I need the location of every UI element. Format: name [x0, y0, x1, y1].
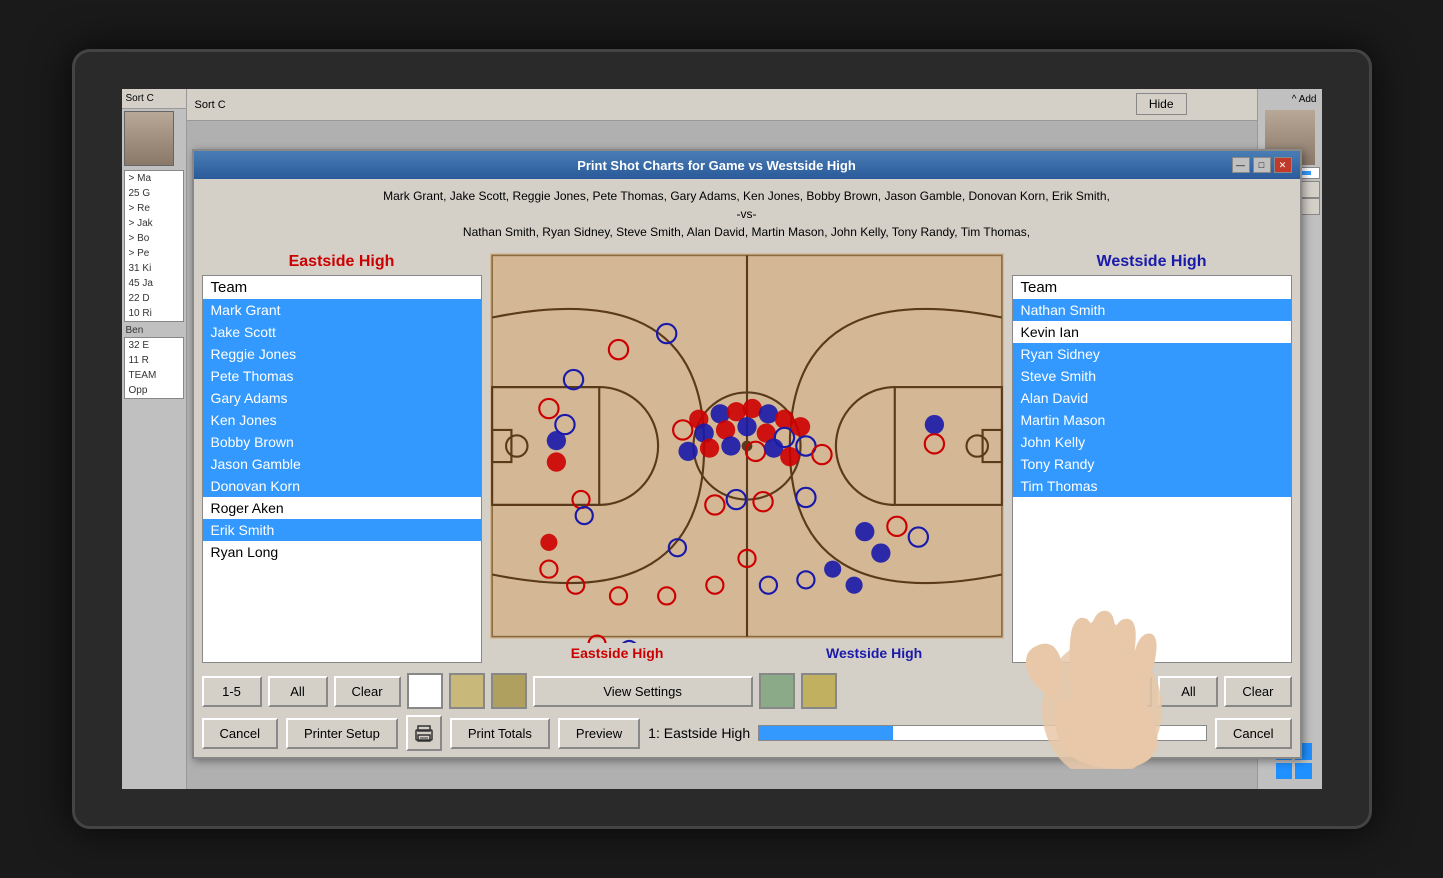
eastside-player-jason-gamble[interactable]: Jason Gamble — [203, 453, 481, 475]
printer-svg — [413, 723, 435, 743]
eastside-team-row[interactable]: Team — [203, 276, 481, 299]
eastside-player-bobby-brown[interactable]: Bobby Brown — [203, 431, 481, 453]
court-eastside-label: Eastside High — [571, 645, 664, 661]
westside-panel: Westside High Team Nathan Smith Kevin Ia… — [1012, 249, 1292, 663]
eastside-player-gary-adams[interactable]: Gary Adams — [203, 387, 481, 409]
westside-title: Westside High — [1012, 249, 1292, 275]
eastside-player-reggie-jones[interactable]: Reggie Jones — [203, 343, 481, 365]
header-area: Mark Grant, Jake Scott, Reggie Jones, Pe… — [194, 179, 1300, 245]
sidebar-list-item: 32 E — [125, 338, 183, 353]
main-body: Eastside High Team Mark Grant Jake Scott… — [194, 245, 1300, 667]
add-label: ^ Add — [1260, 91, 1320, 108]
bench-label: Ben — [124, 324, 184, 337]
sidebar-list-item: TEAM — [125, 368, 183, 383]
eastside-player-roger-aken[interactable]: Roger Aken — [203, 497, 481, 519]
court-container — [490, 249, 1004, 643]
eastside-players-header: Mark Grant, Jake Scott, Reggie Jones, Pe… — [206, 187, 1288, 205]
eastside-player-mark-grant[interactable]: Mark Grant — [203, 299, 481, 321]
right-all-button[interactable]: All — [1158, 676, 1218, 707]
screen: Sort C > Ma 25 G > Re > Jak > Bo > Pe 31… — [122, 89, 1322, 789]
eastside-player-erik-smith[interactable]: Erik Smith — [203, 519, 481, 541]
westside-player-alan-david[interactable]: Alan David — [1013, 387, 1291, 409]
avatar — [124, 111, 174, 166]
progress-bar — [758, 725, 1207, 741]
sidebar-list-item: Opp — [125, 383, 183, 398]
sidebar-list-item: > Ma — [125, 171, 183, 186]
westside-player-nathan-smith[interactable]: Nathan Smith — [1013, 299, 1291, 321]
westside-player-ryan-sidney[interactable]: Ryan Sidney — [1013, 343, 1291, 365]
left-all-button[interactable]: All — [268, 676, 328, 707]
device-frame: Sort C > Ma 25 G > Re > Jak > Bo > Pe 31… — [72, 49, 1372, 829]
titlebar-controls[interactable]: — □ ✕ — [1232, 157, 1292, 173]
close-button[interactable]: ✕ — [1274, 157, 1292, 173]
sidebar-list-item: 11 R — [125, 353, 183, 368]
color-swatch-brown[interactable] — [491, 673, 527, 709]
sort-label: Sort C — [122, 89, 186, 109]
eastside-player-list[interactable]: Team Mark Grant Jake Scott Reggie Jones … — [202, 275, 482, 663]
minimize-button[interactable]: — — [1232, 157, 1250, 173]
eastside-player-ken-jones[interactable]: Ken Jones — [203, 409, 481, 431]
sidebar-list-item: 31 Ki — [125, 261, 183, 276]
court-svg — [490, 249, 1004, 643]
eastside-player-jake-scott[interactable]: Jake Scott — [203, 321, 481, 343]
westside-players-header: Nathan Smith, Ryan Sidney, Steve Smith, … — [206, 223, 1288, 241]
sidebar-list-item: > Bo — [125, 231, 183, 246]
sidebar-list-item: 22 D — [125, 291, 183, 306]
eastside-player-pete-thomas[interactable]: Pete Thomas — [203, 365, 481, 387]
right-clear-button[interactable]: Clear — [1224, 676, 1291, 707]
westside-player-tim-thomas[interactable]: Tim Thomas — [1013, 475, 1291, 497]
printer-setup-button[interactable]: Printer Setup — [286, 718, 398, 749]
westside-player-john-kelly[interactable]: John Kelly — [1013, 431, 1291, 453]
eastside-title: Eastside High — [202, 249, 482, 275]
eastside-player-ryan-long[interactable]: Ryan Long — [203, 541, 481, 563]
vs-text: -vs- — [206, 205, 1288, 223]
hide-button[interactable]: Hide — [1136, 93, 1187, 115]
sidebar-list-item: > Pe — [125, 246, 183, 261]
right-1-5-button[interactable]: 1-5 — [1092, 676, 1152, 707]
left-clear-button[interactable]: Clear — [334, 676, 401, 707]
center-panel: Eastside High Westside High — [482, 249, 1012, 663]
court-westside-label: Westside High — [826, 645, 922, 661]
westside-player-martin-mason[interactable]: Martin Mason — [1013, 409, 1291, 431]
eastside-player-donovan-korn[interactable]: Donovan Korn — [203, 475, 481, 497]
westside-player-steve-smith[interactable]: Steve Smith — [1013, 365, 1291, 387]
dialog-title: Print Shot Charts for Game vs Westside H… — [202, 158, 1232, 173]
westside-player-tony-randy[interactable]: Tony Randy — [1013, 453, 1291, 475]
sidebar-list-item: 25 G — [125, 186, 183, 201]
top-bar: Sort C Hide — [187, 89, 1257, 121]
main-dialog: Print Shot Charts for Game vs Westside H… — [192, 149, 1302, 759]
sidebar-list-item: 45 Ja — [125, 276, 183, 291]
preview-button[interactable]: Preview — [558, 718, 640, 749]
print-icon-button[interactable] — [406, 715, 442, 751]
view-settings-button[interactable]: View Settings — [533, 676, 753, 707]
cancel2-button[interactable]: Cancel — [1215, 718, 1291, 749]
sidebar-list-item: 10 Ri — [125, 306, 183, 321]
sidebar-list-item: > Re — [125, 201, 183, 216]
maximize-button[interactable]: □ — [1253, 157, 1271, 173]
color-swatch-gold[interactable] — [801, 673, 837, 709]
progress-fill — [759, 726, 893, 740]
controls-row2: Cancel Printer Setup Print Totals — [202, 715, 1292, 751]
left-1-5-button[interactable]: 1-5 — [202, 676, 262, 707]
westside-player-kevin-ian[interactable]: Kevin Ian — [1013, 321, 1291, 343]
eastside-panel: Eastside High Team Mark Grant Jake Scott… — [202, 249, 482, 663]
westside-team-row[interactable]: Team — [1013, 276, 1291, 299]
left-sidebar: Sort C > Ma 25 G > Re > Jak > Bo > Pe 31… — [122, 89, 187, 789]
sort-label: Sort C — [195, 99, 226, 111]
color-swatch-white[interactable] — [407, 673, 443, 709]
bottom-controls: 1-5 All Clear View Settings — [194, 667, 1300, 757]
sidebar-list-item: > Jak — [125, 216, 183, 231]
print-totals-button[interactable]: Print Totals — [450, 718, 550, 749]
dialog-titlebar: Print Shot Charts for Game vs Westside H… — [194, 151, 1300, 179]
status-text: 1: Eastside High — [648, 725, 750, 741]
dialog-content: Mark Grant, Jake Scott, Reggie Jones, Pe… — [194, 179, 1300, 757]
color-swatch-green[interactable] — [759, 673, 795, 709]
controls-row1: 1-5 All Clear View Settings — [202, 673, 1292, 709]
cancel-button[interactable]: Cancel — [202, 718, 278, 749]
court-labels: Eastside High Westside High — [490, 643, 1004, 663]
color-swatch-tan[interactable] — [449, 673, 485, 709]
westside-player-list[interactable]: Team Nathan Smith Kevin Ian Ryan Sidney … — [1012, 275, 1292, 663]
